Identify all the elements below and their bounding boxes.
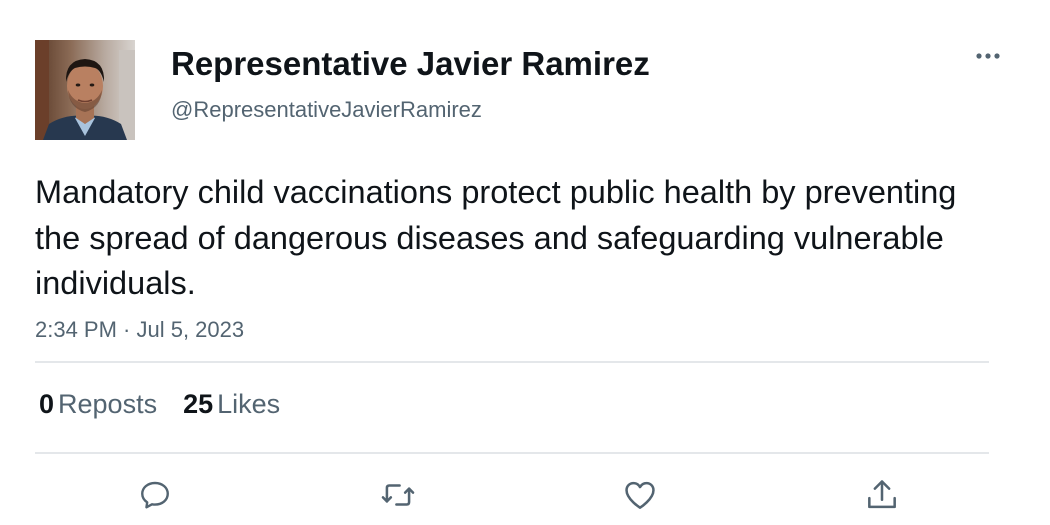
author-handle[interactable]: @RepresentativeJavierRamirez [171, 96, 482, 124]
reposts-stat[interactable]: 0 Reposts [39, 387, 157, 421]
more-horizontal-icon [976, 53, 1000, 59]
tweet-text: Mandatory child vaccinations protect pub… [35, 174, 957, 301]
tweet-card: Representative Javier Ramirez @Represent… [0, 0, 1050, 525]
reposts-label: Reposts [58, 389, 158, 419]
like-button[interactable] [620, 475, 660, 515]
share-upload-icon [868, 480, 896, 509]
tweet-timestamp[interactable]: 2:34 PM · Jul 5, 2023 [35, 316, 244, 344]
repost-arrows-icon [381, 484, 415, 506]
divider [35, 452, 989, 454]
reply-bubble-icon [141, 481, 169, 509]
divider [35, 361, 989, 363]
avatar[interactable] [35, 40, 135, 140]
reply-button[interactable] [135, 475, 175, 515]
reposts-count: 0 [39, 389, 55, 419]
author-display-name[interactable]: Representative Javier Ramirez [171, 44, 650, 84]
avatar-photo [35, 40, 135, 140]
repost-button[interactable] [378, 475, 418, 515]
engagement-stats: 0 Reposts 25 Likes [39, 387, 280, 421]
likes-label: Likes [217, 389, 281, 419]
heart-icon [625, 481, 655, 509]
share-button[interactable] [862, 475, 902, 515]
more-options-button[interactable] [968, 42, 1008, 70]
likes-count: 25 [183, 389, 214, 419]
likes-stat[interactable]: 25 Likes [183, 387, 280, 421]
